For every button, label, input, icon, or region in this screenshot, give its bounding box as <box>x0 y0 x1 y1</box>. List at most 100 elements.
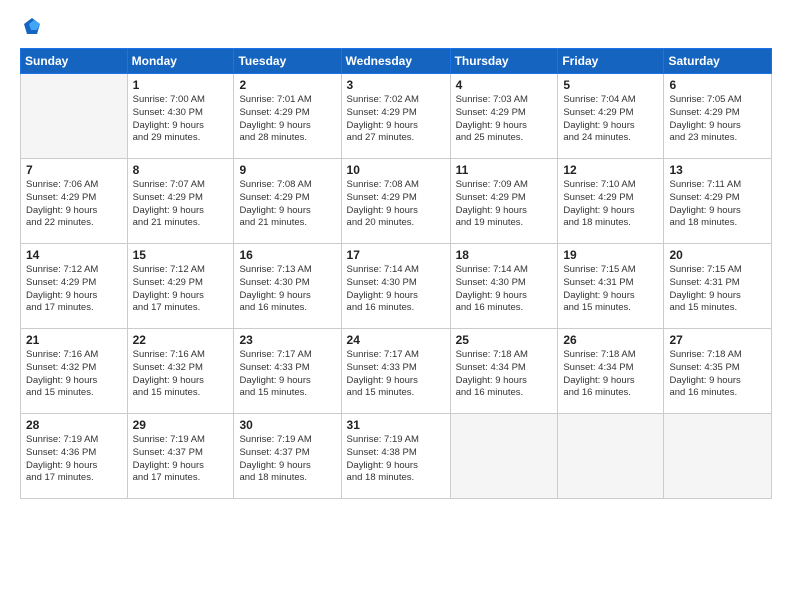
week-row-2: 7 Sunrise: 7:06 AM Sunset: 4:29 PM Daylig… <box>21 159 772 244</box>
calendar-cell: 2 Sunrise: 7:01 AM Sunset: 4:29 PM Daylig… <box>234 74 341 159</box>
day-info: Sunrise: 7:01 AM Sunset: 4:29 PM Dayligh… <box>239 94 335 145</box>
day-number: 13 <box>669 163 766 177</box>
calendar-cell: 31 Sunrise: 7:19 AM Sunset: 4:38 PM Dayli… <box>341 414 450 499</box>
day-number: 5 <box>563 78 658 92</box>
calendar-cell: 9 Sunrise: 7:08 AM Sunset: 4:29 PM Daylig… <box>234 159 341 244</box>
calendar-cell <box>21 74 128 159</box>
day-info: Sunrise: 7:08 AM Sunset: 4:29 PM Dayligh… <box>239 179 335 230</box>
day-number: 7 <box>26 163 122 177</box>
calendar-cell: 23 Sunrise: 7:17 AM Sunset: 4:33 PM Dayli… <box>234 329 341 414</box>
calendar-cell: 22Sunrise: 7:16 AM Sunset: 4:32 PM Dayli… <box>127 329 234 414</box>
calendar-cell: 10 Sunrise: 7:08 AM Sunset: 4:29 PM Dayli… <box>341 159 450 244</box>
day-info: Sunrise: 7:05 AM Sunset: 4:29 PM Dayligh… <box>669 94 766 145</box>
day-number: 3 <box>347 78 445 92</box>
day-info: Sunrise: 7:14 AM Sunset: 4:30 PM Dayligh… <box>456 264 553 315</box>
calendar-cell: 11Sunrise: 7:09 AM Sunset: 4:29 PM Dayli… <box>450 159 558 244</box>
calendar-cell: 12Sunrise: 7:10 AM Sunset: 4:29 PM Dayli… <box>558 159 664 244</box>
day-info: Sunrise: 7:06 AM Sunset: 4:29 PM Dayligh… <box>26 179 122 230</box>
calendar-table: SundayMondayTuesdayWednesdayThursdayFrid… <box>20 48 772 499</box>
day-number: 1 <box>133 78 229 92</box>
calendar-cell: 6Sunrise: 7:05 AM Sunset: 4:29 PM Daylig… <box>664 74 772 159</box>
weekday-header-friday: Friday <box>558 49 664 74</box>
calendar-cell: 19 Sunrise: 7:15 AM Sunset: 4:31 PM Dayli… <box>558 244 664 329</box>
day-info: Sunrise: 7:19 AM Sunset: 4:37 PM Dayligh… <box>239 434 335 485</box>
page-header <box>20 16 772 38</box>
day-number: 21 <box>26 333 122 347</box>
day-number: 17 <box>347 248 445 262</box>
day-info: Sunrise: 7:16 AM Sunset: 4:32 PM Dayligh… <box>26 349 122 400</box>
day-number: 24 <box>347 333 445 347</box>
day-number: 10 <box>347 163 445 177</box>
calendar-cell: 21 Sunrise: 7:16 AM Sunset: 4:32 PM Dayli… <box>21 329 128 414</box>
day-number: 18 <box>456 248 553 262</box>
week-row-3: 14 Sunrise: 7:12 AM Sunset: 4:29 PM Dayli… <box>21 244 772 329</box>
calendar-cell: 29Sunrise: 7:19 AM Sunset: 4:37 PM Dayli… <box>127 414 234 499</box>
weekday-header-wednesday: Wednesday <box>341 49 450 74</box>
day-info: Sunrise: 7:19 AM Sunset: 4:37 PM Dayligh… <box>133 434 229 485</box>
calendar-cell: 14Sunrise: 7:12 AM Sunset: 4:29 PM Dayli… <box>21 244 128 329</box>
day-info: Sunrise: 7:07 AM Sunset: 4:29 PM Dayligh… <box>133 179 229 230</box>
day-number: 16 <box>239 248 335 262</box>
weekday-header-thursday: Thursday <box>450 49 558 74</box>
day-info: Sunrise: 7:08 AM Sunset: 4:29 PM Dayligh… <box>347 179 445 230</box>
day-info: Sunrise: 7:02 AM Sunset: 4:29 PM Dayligh… <box>347 94 445 145</box>
logo-icon <box>20 16 42 38</box>
calendar-cell: 17 Sunrise: 7:14 AM Sunset: 4:30 PM Dayli… <box>341 244 450 329</box>
calendar-page: SundayMondayTuesdayWednesdayThursdayFrid… <box>0 0 792 612</box>
calendar-cell: 30 Sunrise: 7:19 AM Sunset: 4:37 PM Dayli… <box>234 414 341 499</box>
day-info: Sunrise: 7:10 AM Sunset: 4:29 PM Dayligh… <box>563 179 658 230</box>
day-number: 8 <box>133 163 229 177</box>
day-info: Sunrise: 7:04 AM Sunset: 4:29 PM Dayligh… <box>563 94 658 145</box>
day-number: 25 <box>456 333 553 347</box>
day-number: 2 <box>239 78 335 92</box>
day-number: 20 <box>669 248 766 262</box>
day-number: 15 <box>133 248 229 262</box>
day-info: Sunrise: 7:18 AM Sunset: 4:34 PM Dayligh… <box>563 349 658 400</box>
weekday-header-saturday: Saturday <box>664 49 772 74</box>
day-number: 30 <box>239 418 335 432</box>
day-number: 19 <box>563 248 658 262</box>
logo <box>20 16 46 38</box>
calendar-cell: 3 Sunrise: 7:02 AM Sunset: 4:29 PM Daylig… <box>341 74 450 159</box>
calendar-cell: 4 Sunrise: 7:03 AM Sunset: 4:29 PM Daylig… <box>450 74 558 159</box>
calendar-cell: 25 Sunrise: 7:18 AM Sunset: 4:34 PM Dayli… <box>450 329 558 414</box>
day-info: Sunrise: 7:17 AM Sunset: 4:33 PM Dayligh… <box>239 349 335 400</box>
weekday-header-sunday: Sunday <box>21 49 128 74</box>
day-number: 31 <box>347 418 445 432</box>
calendar-cell: 18 Sunrise: 7:14 AM Sunset: 4:30 PM Dayli… <box>450 244 558 329</box>
calendar-cell: 5 Sunrise: 7:04 AM Sunset: 4:29 PM Daylig… <box>558 74 664 159</box>
day-info: Sunrise: 7:13 AM Sunset: 4:30 PM Dayligh… <box>239 264 335 315</box>
weekday-header-row: SundayMondayTuesdayWednesdayThursdayFrid… <box>21 49 772 74</box>
calendar-cell: 27Sunrise: 7:18 AM Sunset: 4:35 PM Dayli… <box>664 329 772 414</box>
calendar-cell: 7 Sunrise: 7:06 AM Sunset: 4:29 PM Daylig… <box>21 159 128 244</box>
day-info: Sunrise: 7:15 AM Sunset: 4:31 PM Dayligh… <box>563 264 658 315</box>
day-info: Sunrise: 7:19 AM Sunset: 4:36 PM Dayligh… <box>26 434 122 485</box>
calendar-cell: 13Sunrise: 7:11 AM Sunset: 4:29 PM Dayli… <box>664 159 772 244</box>
calendar-cell: 1Sunrise: 7:00 AM Sunset: 4:30 PM Daylig… <box>127 74 234 159</box>
weekday-header-tuesday: Tuesday <box>234 49 341 74</box>
day-info: Sunrise: 7:12 AM Sunset: 4:29 PM Dayligh… <box>133 264 229 315</box>
day-number: 27 <box>669 333 766 347</box>
day-number: 14 <box>26 248 122 262</box>
day-number: 9 <box>239 163 335 177</box>
day-number: 26 <box>563 333 658 347</box>
calendar-cell <box>558 414 664 499</box>
week-row-5: 28Sunrise: 7:19 AM Sunset: 4:36 PM Dayli… <box>21 414 772 499</box>
calendar-cell: 20 Sunrise: 7:15 AM Sunset: 4:31 PM Dayli… <box>664 244 772 329</box>
day-number: 23 <box>239 333 335 347</box>
day-info: Sunrise: 7:15 AM Sunset: 4:31 PM Dayligh… <box>669 264 766 315</box>
day-info: Sunrise: 7:19 AM Sunset: 4:38 PM Dayligh… <box>347 434 445 485</box>
calendar-cell: 16 Sunrise: 7:13 AM Sunset: 4:30 PM Dayli… <box>234 244 341 329</box>
day-number: 4 <box>456 78 553 92</box>
calendar-cell <box>664 414 772 499</box>
day-info: Sunrise: 7:18 AM Sunset: 4:34 PM Dayligh… <box>456 349 553 400</box>
week-row-4: 21 Sunrise: 7:16 AM Sunset: 4:32 PM Dayli… <box>21 329 772 414</box>
calendar-cell: 24 Sunrise: 7:17 AM Sunset: 4:33 PM Dayli… <box>341 329 450 414</box>
day-info: Sunrise: 7:16 AM Sunset: 4:32 PM Dayligh… <box>133 349 229 400</box>
calendar-cell: 15 Sunrise: 7:12 AM Sunset: 4:29 PM Dayli… <box>127 244 234 329</box>
day-info: Sunrise: 7:14 AM Sunset: 4:30 PM Dayligh… <box>347 264 445 315</box>
day-info: Sunrise: 7:17 AM Sunset: 4:33 PM Dayligh… <box>347 349 445 400</box>
calendar-cell: 28Sunrise: 7:19 AM Sunset: 4:36 PM Dayli… <box>21 414 128 499</box>
calendar-cell: 8 Sunrise: 7:07 AM Sunset: 4:29 PM Daylig… <box>127 159 234 244</box>
day-info: Sunrise: 7:03 AM Sunset: 4:29 PM Dayligh… <box>456 94 553 145</box>
